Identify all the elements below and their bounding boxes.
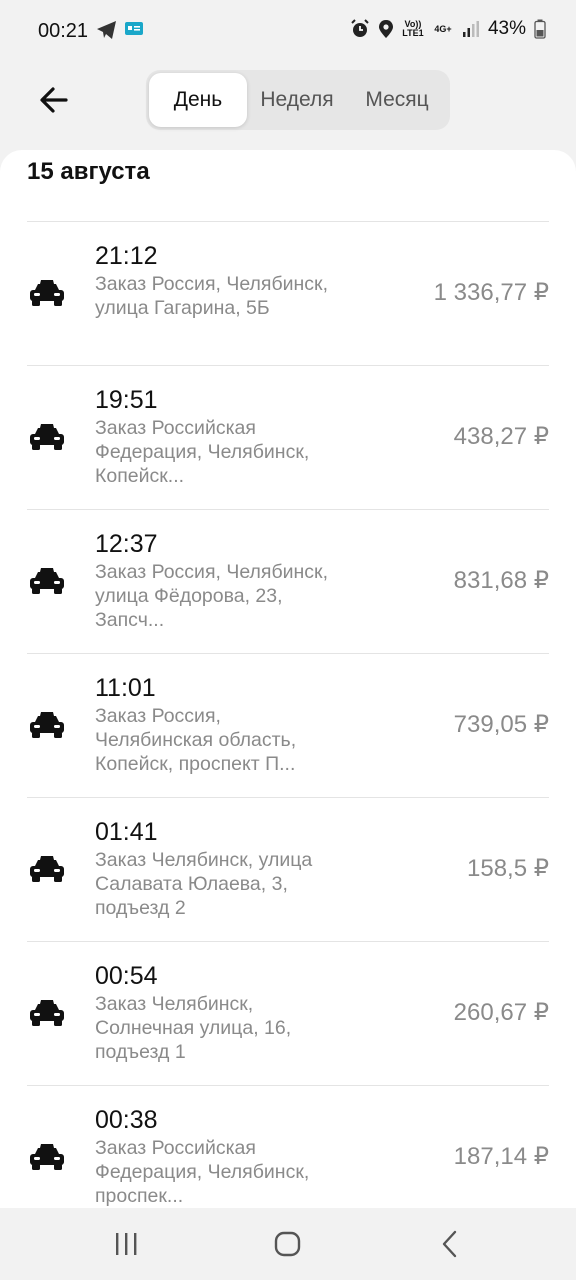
tab-month[interactable]: Месяц [347,73,447,127]
tab-day[interactable]: День [149,73,247,127]
date-header: 15 августа [27,158,150,185]
telegram-icon [97,21,116,39]
order-time: 19:51 [95,386,158,414]
battery-icon [534,19,546,39]
order-address: Заказ Россия, Челябинская область, Копей… [95,705,297,775]
tab-week[interactable]: Неделя [247,73,347,127]
system-nav-bar [0,1208,576,1280]
order-price: 187,14 ₽ [453,1143,549,1170]
order-price: 260,67 ₽ [453,999,549,1026]
taxi-icon [27,421,67,453]
order-item[interactable]: 21:12 Заказ Россия, Челябинск, улица Гага… [27,221,549,365]
order-time: 11:01 [95,674,156,702]
taxi-icon [27,565,67,597]
order-address: Заказ Россия, Челябинск, улица Гагарина,… [95,273,329,319]
alarm-icon [351,19,369,37]
status-bar: 00:21 Vo)) LTE1 4G+ 43% [0,0,576,64]
back-icon [442,1230,457,1258]
home-icon [274,1231,301,1257]
taxi-icon [27,997,67,1029]
recent-apps-button[interactable] [106,1228,146,1260]
recent-apps-icon [116,1233,137,1255]
order-time: 01:41 [95,818,158,846]
order-time: 12:37 [95,530,158,558]
orders-card: 15 августа 21:12 Заказ Россия, Челябинск,… [0,150,576,1208]
order-address: Заказ Челябинск, улица Салавата Юлаева, … [95,849,313,919]
location-icon [378,20,393,38]
header: День Неделя Месяц [0,64,576,148]
order-price: 438,27 ₽ [453,423,549,450]
order-time: 00:38 [95,1106,158,1134]
arrow-left-icon [40,87,68,113]
network-type: 4G+ [434,23,452,34]
order-item[interactable]: 11:01 Заказ Россия, Челябинская область, … [27,653,549,797]
order-item[interactable]: 00:54 Заказ Челябинск, Солнечная улица, 1… [27,941,549,1085]
order-price: 1 336,77 ₽ [433,279,549,306]
order-item[interactable]: 12:37 Заказ Россия, Челябинск, улица Фёдо… [27,509,549,653]
orders-list: 21:12 Заказ Россия, Челябинск, улица Гага… [27,221,549,1208]
order-item[interactable]: 19:51 Заказ Российская Федерация, Челябин… [27,365,549,509]
order-item[interactable]: 01:41 Заказ Челябинск, улица Салавата Юла… [27,797,549,941]
volte-indicator: Vo)) LTE1 [402,19,424,38]
signal-icon [462,21,479,37]
taxi-icon [27,853,67,885]
taxi-icon [27,709,67,741]
status-time: 00:21 [38,20,89,42]
back-button[interactable] [34,80,74,120]
order-address: Заказ Российская Федерация, Челябинск, К… [95,417,310,487]
message-icon [125,22,143,35]
nav-back-button[interactable] [430,1228,470,1260]
order-address: Заказ Россия, Челябинск, улица Фёдорова,… [95,561,329,631]
order-price: 831,68 ₽ [453,567,549,594]
taxi-icon [27,277,67,309]
period-switcher: День Неделя Месяц [146,70,450,130]
order-price: 158,5 ₽ [467,855,549,882]
order-price: 739,05 ₽ [453,711,549,738]
order-time: 00:54 [95,962,158,990]
order-address: Заказ Челябинск, Солнечная улица, 16, по… [95,993,292,1063]
battery-percent: 43% [487,18,526,39]
home-button[interactable] [268,1228,308,1260]
order-address: Заказ Российская Федерация, Челябинск, п… [95,1137,310,1207]
order-time: 21:12 [95,242,158,270]
taxi-icon [27,1141,67,1173]
order-item[interactable]: 00:38 Заказ Российская Федерация, Челябин… [27,1085,549,1208]
